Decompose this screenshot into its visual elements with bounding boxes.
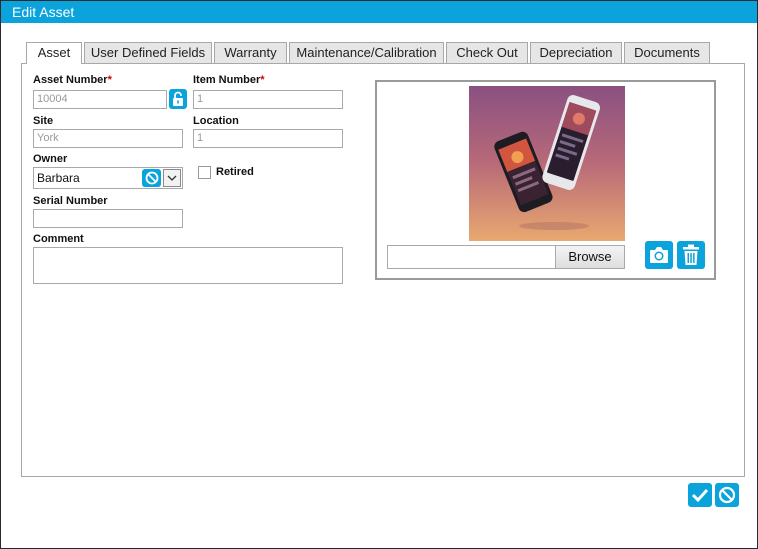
- clear-owner-button[interactable]: [142, 169, 161, 187]
- tab-asset[interactable]: Asset: [26, 42, 82, 64]
- asset-number-label: Asset Number*: [33, 74, 112, 86]
- item-number-label-text: Item Number: [193, 74, 261, 86]
- tab-warranty[interactable]: Warranty: [214, 42, 287, 63]
- site-input[interactable]: York: [33, 129, 183, 148]
- item-number-input[interactable]: 1: [193, 90, 343, 109]
- check-icon: [691, 488, 709, 503]
- edit-asset-window: Edit Asset Asset User Defined Fields War…: [0, 0, 758, 549]
- owner-dropdown-button[interactable]: [163, 169, 181, 187]
- prohibit-icon: [145, 171, 158, 185]
- cancel-button[interactable]: [715, 483, 739, 507]
- tab-depreciation[interactable]: Depreciation: [530, 42, 622, 63]
- asset-number-input[interactable]: 10004: [33, 90, 167, 109]
- site-label: Site: [33, 115, 54, 127]
- item-number-label: Item Number*: [193, 74, 265, 86]
- required-mark: *: [107, 74, 112, 86]
- chevron-down-icon: [167, 175, 177, 181]
- serial-number-label: Serial Number: [33, 195, 108, 207]
- delete-photo-button[interactable]: [677, 241, 705, 269]
- tab-maintenance-calibration[interactable]: Maintenance/Calibration: [289, 42, 444, 63]
- tab-documents[interactable]: Documents: [624, 42, 710, 63]
- comment-label: Comment: [33, 233, 84, 245]
- photo-box: Browse: [375, 80, 716, 280]
- owner-label: Owner: [33, 153, 68, 165]
- prohibit-icon: [718, 486, 736, 504]
- location-label: Location: [193, 115, 239, 127]
- confirm-button[interactable]: [688, 483, 712, 507]
- browse-button[interactable]: Browse: [555, 245, 625, 269]
- retired-checkbox[interactable]: [198, 166, 211, 179]
- serial-number-input[interactable]: [33, 209, 183, 228]
- location-input[interactable]: 1: [193, 129, 343, 148]
- trash-icon: [683, 244, 699, 265]
- camera-button[interactable]: [645, 241, 673, 269]
- owner-value: Barbara: [37, 171, 80, 185]
- file-path-input[interactable]: [387, 245, 555, 269]
- asset-number-label-text: Asset Number: [33, 74, 108, 86]
- phones-image: [494, 95, 601, 230]
- tab-user-defined-fields[interactable]: User Defined Fields: [84, 42, 212, 63]
- asset-photo: [469, 86, 625, 241]
- tab-check-out[interactable]: Check Out: [446, 42, 528, 63]
- lock-button[interactable]: [169, 89, 187, 109]
- lock-open-icon: [173, 91, 183, 106]
- camera-icon: [650, 247, 668, 263]
- window-title: Edit Asset: [1, 1, 757, 23]
- retired-label: Retired: [216, 166, 254, 178]
- required-mark: *: [260, 74, 265, 86]
- tab-bar: Asset User Defined Fields Warranty Maint…: [26, 42, 712, 64]
- comment-textarea[interactable]: [33, 247, 343, 284]
